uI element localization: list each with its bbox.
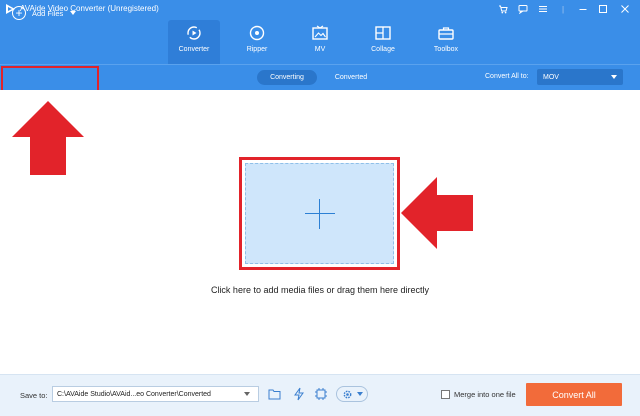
tab-ripper[interactable]: Ripper — [231, 20, 283, 64]
converter-icon — [185, 24, 203, 42]
add-files-button[interactable]: + Add Files — [12, 5, 77, 21]
chevron-down-icon — [356, 392, 363, 396]
tab-toolbox[interactable]: Toolbox — [420, 20, 472, 64]
tab-mv[interactable]: MV — [294, 20, 346, 64]
add-circle-icon: + — [12, 6, 26, 20]
save-to-label: Save to: — [20, 391, 48, 400]
drop-hint-text[interactable]: Click here to add media files or drag th… — [0, 285, 640, 295]
gpu-icon[interactable] — [312, 385, 330, 403]
minimize-icon[interactable] — [576, 2, 590, 16]
chevron-down-icon — [611, 75, 617, 79]
format-value: MOV — [543, 73, 559, 81]
tab-converter[interactable]: Converter — [168, 20, 220, 64]
maximize-icon[interactable] — [596, 2, 610, 16]
collage-icon — [374, 24, 392, 42]
gear-icon — [343, 390, 351, 398]
menu-icon[interactable] — [536, 2, 550, 16]
toolbox-icon — [437, 24, 455, 42]
chevron-down-icon[interactable] — [244, 392, 250, 396]
mv-icon — [311, 24, 329, 42]
tab-converting[interactable]: Converting — [257, 70, 317, 85]
separator: | — [561, 4, 565, 14]
convert-all-to-label: Convert All to: — [485, 73, 529, 80]
settings-button[interactable] — [336, 386, 368, 402]
feedback-icon[interactable] — [516, 2, 530, 16]
annotation-arrow-up-icon — [12, 101, 84, 175]
output-format-select[interactable]: MOV — [537, 69, 623, 85]
merge-label: Merge into one file — [454, 390, 516, 399]
plus-icon — [304, 198, 335, 229]
tab-converted[interactable]: Converted — [322, 70, 380, 85]
hardware-acceleration-icon[interactable] — [290, 385, 308, 403]
add-files-label: Add Files — [32, 8, 64, 18]
chevron-down-icon[interactable] — [70, 11, 77, 15]
close-icon[interactable] — [618, 2, 632, 16]
ripper-icon — [248, 24, 266, 42]
merge-checkbox[interactable] — [441, 390, 450, 399]
output-path-field[interactable]: C:\AVAide Studio\AVAid...eo Converter\Co… — [52, 386, 259, 402]
convert-all-button[interactable]: Convert All — [526, 383, 622, 406]
drop-zone[interactable] — [245, 163, 394, 264]
cart-icon[interactable] — [496, 2, 510, 16]
folder-icon[interactable] — [265, 385, 283, 403]
main-toolbar: Converter Ripper MV Collage Toolbox — [0, 18, 640, 64]
annotation-arrow-left-icon — [401, 177, 473, 249]
title-bar: AVAide Video Converter (Unregistered) | — [0, 0, 640, 18]
tab-collage[interactable]: Collage — [357, 20, 409, 64]
